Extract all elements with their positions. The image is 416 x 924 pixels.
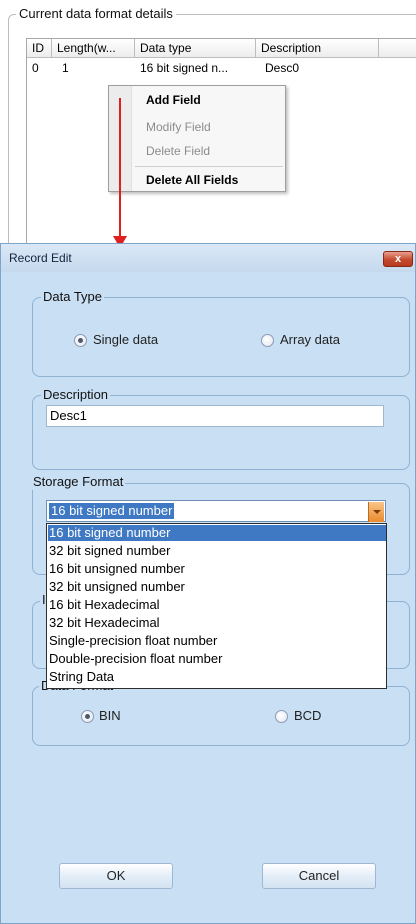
storage-format-dropdown: 16 bit signed number 32 bit signed numbe… xyxy=(46,523,387,689)
bcd-radio[interactable] xyxy=(275,710,288,723)
menu-item-add-field[interactable]: Add Field xyxy=(146,90,201,110)
annotation-arrow-line xyxy=(119,98,121,238)
record-edit-dialog: Record Edit x Data Type Single data Arra… xyxy=(0,243,416,924)
single-data-label[interactable]: Single data xyxy=(93,332,158,348)
cell-id: 0 xyxy=(32,61,39,75)
data-type-legend: Data Type xyxy=(41,289,105,305)
current-format-group-title: Current data format details xyxy=(16,6,176,22)
chevron-down-icon[interactable] xyxy=(368,502,384,522)
bin-label[interactable]: BIN xyxy=(99,708,121,724)
bcd-label[interactable]: BCD xyxy=(294,708,321,724)
storage-format-select[interactable]: 16 bit signed number xyxy=(46,500,386,522)
array-data-radio[interactable] xyxy=(261,334,274,347)
array-data-label[interactable]: Array data xyxy=(280,332,340,348)
description-input[interactable]: Desc1 xyxy=(46,405,384,427)
ok-button[interactable]: OK xyxy=(59,863,173,889)
dropdown-option[interactable]: Double-precision float number xyxy=(48,651,222,667)
dropdown-option[interactable]: 16 bit unsigned number xyxy=(48,561,185,577)
dropdown-option[interactable]: String Data xyxy=(48,669,114,685)
cell-description: Desc0 xyxy=(265,61,300,75)
close-button[interactable]: x xyxy=(383,251,413,267)
bin-radio[interactable] xyxy=(81,710,94,723)
dropdown-option[interactable]: 32 bit Hexadecimal xyxy=(48,615,160,631)
dropdown-option[interactable]: 32 bit unsigned number xyxy=(48,579,185,595)
dropdown-option[interactable]: 32 bit signed number xyxy=(48,543,170,559)
description-legend: Description xyxy=(41,387,111,403)
menu-item-delete-field[interactable]: Delete Field xyxy=(146,141,210,161)
storage-format-legend: Storage Format xyxy=(31,474,126,490)
dialog-title: Record Edit xyxy=(9,251,72,265)
storage-format-selected: 16 bit signed number xyxy=(49,503,175,519)
cancel-button[interactable]: Cancel xyxy=(262,863,376,889)
dialog-titlebar[interactable]: Record Edit x xyxy=(1,244,415,272)
close-icon: x xyxy=(394,253,402,265)
single-data-radio[interactable] xyxy=(74,334,87,347)
menu-item-modify-field[interactable]: Modify Field xyxy=(146,117,211,137)
context-menu: Add Field Modify Field Delete Field Dele… xyxy=(108,85,286,192)
cell-length: 1 xyxy=(62,61,69,75)
menu-separator xyxy=(135,166,283,167)
menu-item-delete-all-fields[interactable]: Delete All Fields xyxy=(146,170,238,190)
dropdown-option[interactable]: 16 bit signed number xyxy=(48,525,386,541)
table-row[interactable]: 0 1 16 bit signed n... Desc0 xyxy=(27,39,416,79)
cell-data-type: 16 bit signed n... xyxy=(140,61,229,75)
dropdown-option[interactable]: Single-precision float number xyxy=(48,633,217,649)
data-type-group xyxy=(32,297,410,377)
dropdown-option[interactable]: 16 bit Hexadecimal xyxy=(48,597,160,613)
